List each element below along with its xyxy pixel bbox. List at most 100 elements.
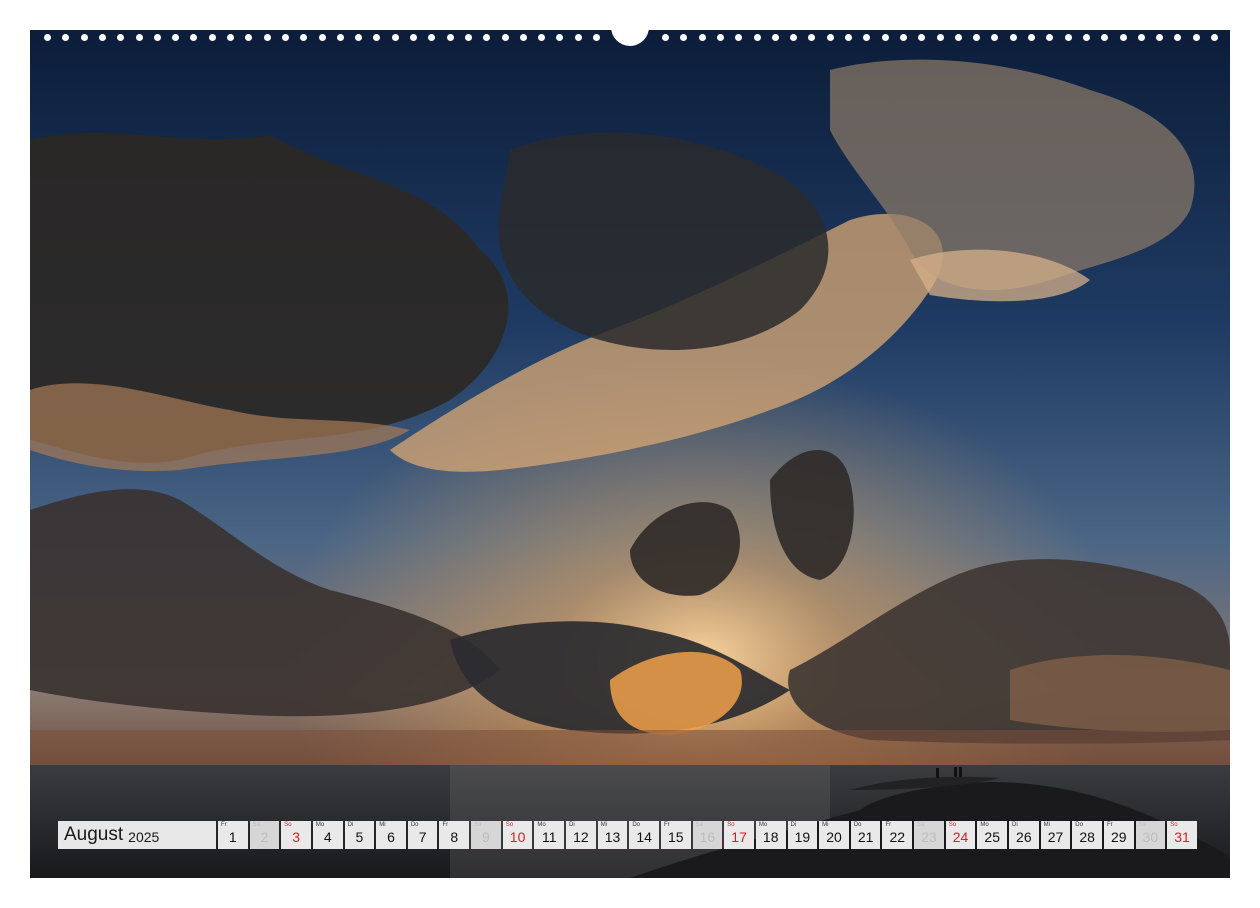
figure-silhouette <box>959 767 962 777</box>
binding-hole <box>190 34 198 41</box>
day-number: 13 <box>604 829 621 845</box>
day-number: 19 <box>794 829 811 845</box>
day-cell: Sa 30 <box>1135 821 1166 849</box>
binding-hole <box>1009 34 1017 41</box>
day-number: 4 <box>323 829 332 845</box>
day-cell: Mo 18 <box>755 821 786 849</box>
day-cell: So 24 <box>945 821 976 849</box>
binding-hole <box>593 34 600 41</box>
day-cell: Di 19 <box>787 821 818 849</box>
binding-hole <box>483 34 491 41</box>
day-cell: Mi 6 <box>376 821 406 849</box>
day-cell: Mo 11 <box>534 821 565 849</box>
binding-hole <box>263 34 271 41</box>
weekday-label: Di <box>1012 822 1018 828</box>
binding-hole <box>336 34 344 41</box>
day-cell: Mi 27 <box>1040 821 1071 849</box>
binding-hole <box>1192 34 1200 41</box>
binding-hole <box>826 34 834 41</box>
day-cell: Di 12 <box>566 821 596 849</box>
weekday-label: Sa <box>695 822 703 828</box>
figure-silhouette <box>936 768 939 778</box>
binding-hole <box>464 34 472 41</box>
binding-hole <box>680 34 688 41</box>
day-number: 1 <box>228 829 237 845</box>
day-cell: Do 21 <box>850 821 881 849</box>
day-number: 18 <box>762 829 779 845</box>
binding-hole <box>790 34 798 41</box>
day-cell: Di 5 <box>344 821 375 849</box>
binding-hole <box>574 34 582 41</box>
weekday-label: Do <box>632 822 640 828</box>
day-cell: Mo 25 <box>977 821 1008 849</box>
binding-hole <box>973 34 981 41</box>
day-number: 27 <box>1047 829 1064 845</box>
binding-hole <box>662 34 669 41</box>
weekday-label: Mi <box>379 822 386 828</box>
sunset-scene <box>30 30 1230 878</box>
day-cell: Fr 22 <box>882 821 913 849</box>
weekday-label: Mi <box>600 822 608 828</box>
binding-hole <box>556 34 564 41</box>
binding-hole <box>80 34 88 41</box>
binding-hole <box>318 34 326 41</box>
binding-hole <box>771 34 779 41</box>
day-cell: Sa 9 <box>471 821 501 849</box>
figure-silhouette <box>954 767 957 777</box>
day-cell: Do 7 <box>407 821 438 849</box>
day-number: 25 <box>984 829 1000 845</box>
day-number: 29 <box>1110 829 1127 845</box>
binding-hole <box>808 34 816 41</box>
binding-hole <box>355 34 363 41</box>
weekday-label: Fr <box>663 822 670 828</box>
weekday-label: So <box>948 822 957 828</box>
day-cell: Fr 15 <box>660 821 691 849</box>
day-cell: Fr 1 <box>218 821 248 849</box>
binding-hole <box>227 34 234 41</box>
weekday-label: So <box>727 822 735 828</box>
binding-hole <box>991 34 999 41</box>
day-cell: So 31 <box>1167 821 1197 849</box>
binding-hole <box>300 34 308 41</box>
day-number: 10 <box>509 829 526 845</box>
calendar-strip: August 2025 Fr 1 Sa 2 So 3 Mo 4 Di 5 Mi 6 Do 7 Fr 8 Sa 9 S… <box>58 821 1197 849</box>
day-cell: So 3 <box>281 821 311 849</box>
day-number: 8 <box>450 829 459 845</box>
binding-hole <box>918 34 926 41</box>
day-cell: Fr 8 <box>439 821 470 849</box>
sunset-photo <box>30 30 1230 878</box>
month-name: August <box>64 824 124 845</box>
binding-hole <box>98 34 106 41</box>
day-number: 6 <box>387 829 395 845</box>
binding-hole <box>899 34 907 41</box>
weekday-label: Sa <box>917 822 925 828</box>
day-cell: Sa 23 <box>914 821 944 849</box>
binding-hole <box>936 34 944 41</box>
weekday-label: Mo <box>758 822 768 828</box>
binding-hole <box>1156 34 1164 41</box>
binding-hole <box>1119 34 1127 41</box>
weekday-label: So <box>284 822 292 828</box>
weekday-label: Di <box>347 822 354 828</box>
binding-hole <box>1028 34 1035 41</box>
binding-hole <box>735 34 743 41</box>
binding-hole <box>44 34 51 41</box>
month-year: 2025 <box>128 828 160 845</box>
binding-hole <box>698 34 706 41</box>
binding-hole <box>172 34 180 41</box>
weekday-label: Sa <box>474 822 482 828</box>
binding-hole <box>208 34 216 41</box>
weekday-label: Mo <box>537 822 546 828</box>
binding-hole <box>281 34 289 41</box>
month-label: August 2025 <box>58 821 216 849</box>
binding-hole <box>1174 34 1182 41</box>
binding-hole <box>1137 34 1145 41</box>
binding-hole <box>62 34 70 41</box>
weekday-label: Fr <box>442 822 449 828</box>
weekday-label: So <box>1170 822 1178 828</box>
day-cell: Mi 13 <box>597 821 628 849</box>
binding-hole <box>881 34 889 41</box>
day-cell: Do 28 <box>1072 821 1102 849</box>
day-cell: Fr 29 <box>1103 821 1134 849</box>
binding-hole <box>135 34 143 41</box>
